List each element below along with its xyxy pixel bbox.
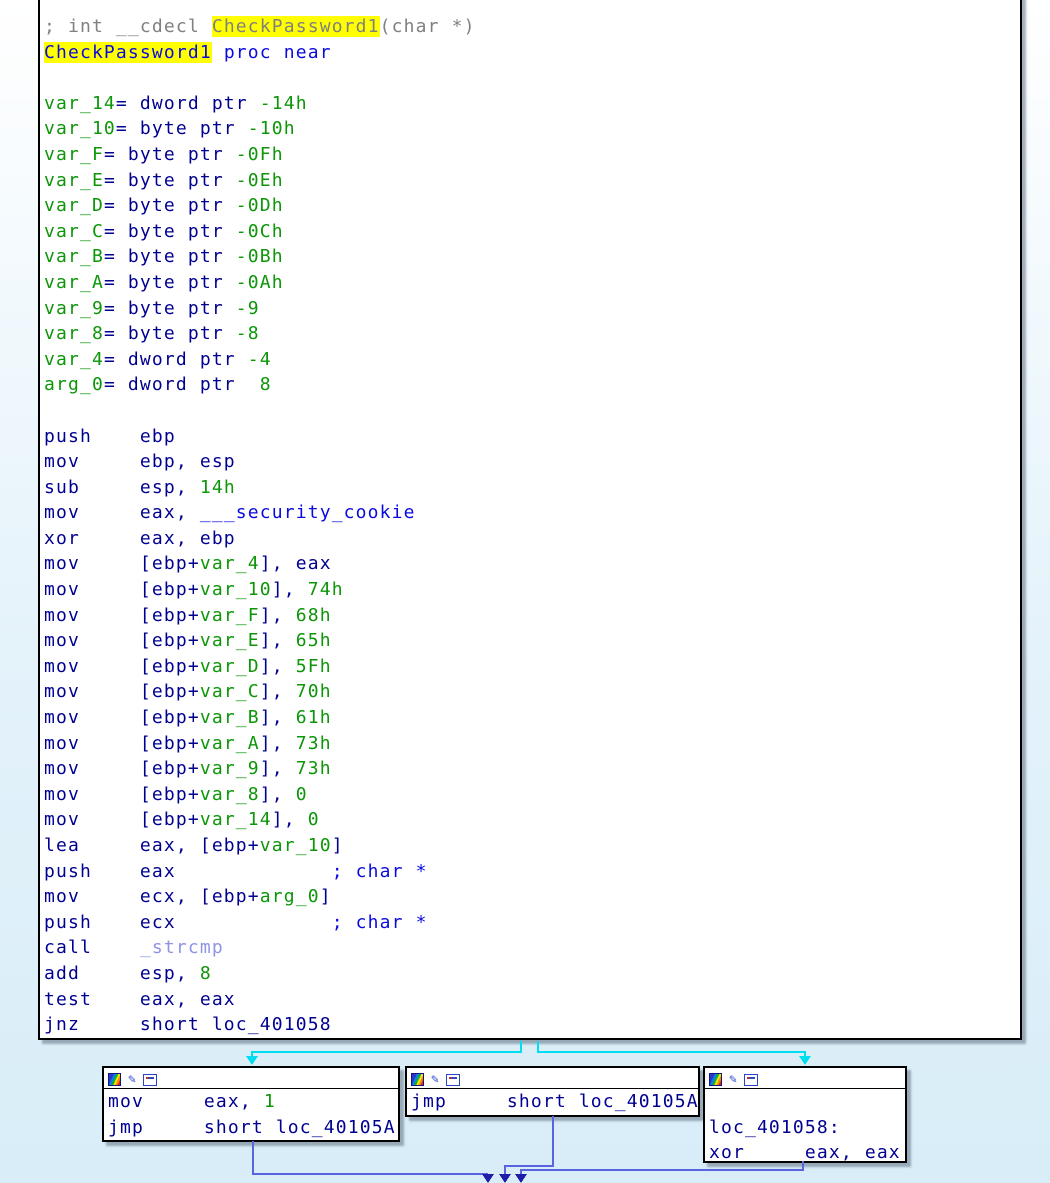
code-line[interactable]: var_10= byte ptr -10h xyxy=(44,116,1020,142)
disassembly-listing[interactable]: loc_401058:xor eax, eax xyxy=(705,1089,905,1166)
disassembly-listing[interactable]: jmp short loc_40105A xyxy=(407,1089,698,1115)
ida-graph-view-canvas[interactable]: ; int __cdecl CheckPassword1(char *)Chec… xyxy=(0,0,1050,1183)
graph-node-jmp[interactable]: ✎ jmp short loc_40105A xyxy=(405,1066,700,1117)
code-line[interactable]: jnz short loc_401058 xyxy=(44,1012,1020,1038)
node-color-icon[interactable] xyxy=(108,1073,121,1086)
code-line[interactable]: mov [ebp+var_E], 65h xyxy=(44,628,1020,654)
code-line[interactable]: jmp short loc_40105A xyxy=(108,1115,398,1141)
node-window-icon[interactable] xyxy=(744,1074,758,1086)
edge-branch-right xyxy=(538,1041,805,1057)
code-line[interactable]: var_A= byte ptr -0Ah xyxy=(44,270,1020,296)
node-header: ✎ xyxy=(104,1068,398,1089)
node-window-icon[interactable] xyxy=(446,1074,460,1086)
edge-flow-left xyxy=(253,1141,488,1174)
node-header: ✎ xyxy=(705,1068,905,1089)
code-line[interactable]: mov [ebp+var_A], 73h xyxy=(44,731,1020,757)
code-line[interactable]: ; int __cdecl CheckPassword1(char *) xyxy=(44,14,1020,40)
code-line[interactable]: mov [ebp+var_C], 70h xyxy=(44,679,1020,705)
code-line[interactable]: add esp, 8 xyxy=(44,961,1020,987)
edit-node-icon[interactable]: ✎ xyxy=(125,1073,139,1086)
code-line[interactable]: mov [ebp+var_F], 68h xyxy=(44,603,1020,629)
node-color-icon[interactable] xyxy=(709,1073,722,1086)
code-line[interactable]: sub esp, 14h xyxy=(44,475,1020,501)
node-color-icon[interactable] xyxy=(411,1073,424,1086)
code-line[interactable]: xor eax, eax xyxy=(709,1140,905,1166)
node-header: ✎ xyxy=(407,1068,698,1089)
edge-flow-right-arrowhead xyxy=(515,1174,527,1183)
code-line[interactable]: arg_0= dword ptr 8 xyxy=(44,372,1020,398)
code-line[interactable] xyxy=(44,65,1020,91)
graph-node-loc-401058[interactable]: ✎ loc_401058:xor eax, eax xyxy=(703,1066,907,1163)
graph-node-checkpassword1-entry[interactable]: ; int __cdecl CheckPassword1(char *)Chec… xyxy=(38,0,1022,1040)
code-line[interactable] xyxy=(44,398,1020,424)
code-line[interactable]: var_14= dword ptr -14h xyxy=(44,91,1020,117)
code-line[interactable]: mov eax, 1 xyxy=(108,1089,398,1115)
code-line[interactable]: test eax, eax xyxy=(44,987,1020,1013)
code-line[interactable]: var_9= byte ptr -9 xyxy=(44,296,1020,322)
disassembly-listing[interactable]: mov eax, 1jmp short loc_40105A xyxy=(104,1089,398,1140)
code-line[interactable]: mov ebp, esp xyxy=(44,449,1020,475)
code-line[interactable]: mov [ebp+var_10], 74h xyxy=(44,577,1020,603)
code-line[interactable]: mov [ebp+var_D], 5Fh xyxy=(44,654,1020,680)
edge-flow-middle xyxy=(505,1116,553,1174)
code-line[interactable]: mov [ebp+var_B], 61h xyxy=(44,705,1020,731)
edge-branch-left-arrowhead xyxy=(246,1056,258,1065)
code-line[interactable] xyxy=(709,1089,905,1115)
edit-node-icon[interactable]: ✎ xyxy=(428,1073,442,1086)
code-line[interactable]: mov eax, ___security_cookie xyxy=(44,500,1020,526)
node-window-icon[interactable] xyxy=(143,1074,157,1086)
code-line[interactable]: lea eax, [ebp+var_10] xyxy=(44,833,1020,859)
edge-branch-left xyxy=(252,1041,521,1057)
code-line[interactable]: var_B= byte ptr -0Bh xyxy=(44,244,1020,270)
code-line[interactable]: var_E= byte ptr -0Eh xyxy=(44,168,1020,194)
code-line[interactable]: mov [ebp+var_14], 0 xyxy=(44,807,1020,833)
disassembly-listing[interactable]: ; int __cdecl CheckPassword1(char *)Chec… xyxy=(40,0,1020,1038)
graph-node-return-true[interactable]: ✎ mov eax, 1jmp short loc_40105A xyxy=(102,1066,400,1142)
code-line[interactable]: call _strcmp xyxy=(44,935,1020,961)
code-line[interactable]: xor eax, ebp xyxy=(44,526,1020,552)
code-line[interactable]: var_F= byte ptr -0Fh xyxy=(44,142,1020,168)
code-line[interactable]: mov ecx, [ebp+arg_0] xyxy=(44,884,1020,910)
code-line[interactable]: CheckPassword1 proc near xyxy=(44,40,1020,66)
code-line[interactable]: push eax ; char * xyxy=(44,859,1020,885)
code-line[interactable]: var_D= byte ptr -0Dh xyxy=(44,193,1020,219)
edge-flow-left-arrowhead xyxy=(482,1174,494,1183)
edge-branch-right-arrowhead xyxy=(799,1056,811,1065)
code-line[interactable]: loc_401058: xyxy=(709,1115,905,1141)
code-line[interactable]: jmp short loc_40105A xyxy=(411,1089,698,1115)
code-line[interactable]: mov [ebp+var_8], 0 xyxy=(44,782,1020,808)
edge-flow-middle-arrowhead xyxy=(499,1174,511,1183)
code-line[interactable]: var_C= byte ptr -0Ch xyxy=(44,219,1020,245)
code-line[interactable]: push ebp xyxy=(44,424,1020,450)
code-line[interactable]: push ecx ; char * xyxy=(44,910,1020,936)
edit-node-icon[interactable]: ✎ xyxy=(726,1073,740,1086)
code-line[interactable]: var_4= dword ptr -4 xyxy=(44,347,1020,373)
code-line[interactable]: var_8= byte ptr -8 xyxy=(44,321,1020,347)
code-line[interactable]: mov [ebp+var_4], eax xyxy=(44,551,1020,577)
code-line[interactable]: mov [ebp+var_9], 73h xyxy=(44,756,1020,782)
